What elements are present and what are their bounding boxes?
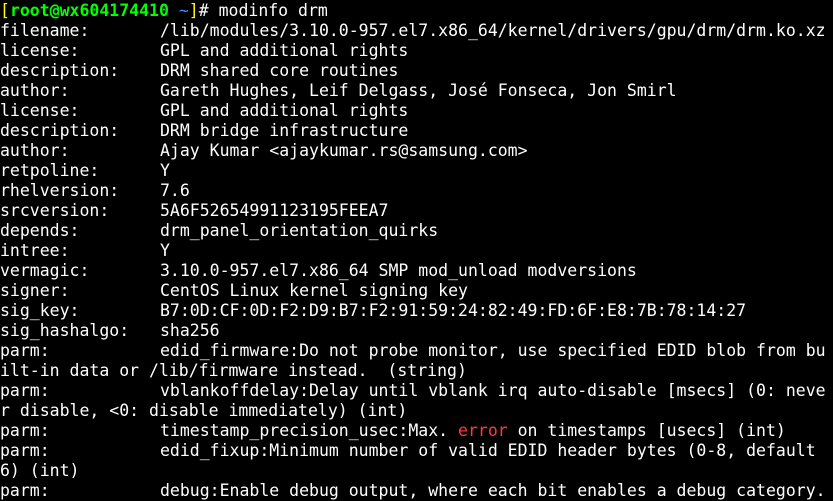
output-field-signer: signer: CentOS Linux kernel signing key — [0, 281, 833, 301]
output-parm-wrap: 6) (int) — [0, 461, 80, 480]
field-key: rhelversion: — [0, 181, 120, 200]
field-value: edid_fixup:Minimum number of valid EDID … — [160, 441, 816, 460]
prompt-symbol: # — [198, 1, 219, 20]
field-key: author: — [0, 81, 70, 100]
output-field-depends: depends: drm_panel_orientation_quirks — [0, 221, 833, 241]
field-key: sig_key: — [0, 301, 80, 320]
field-key: parm: — [0, 421, 50, 440]
field-key: depends: — [0, 221, 80, 240]
field-value: B7:0D:CF:0D:F2:D9:B7:F2:91:59:24:82:49:F… — [160, 301, 747, 320]
field-key: license: — [0, 41, 80, 60]
output-parm-timestamp-precision: parm: timestamp_precision_usec:Max. error… — [0, 421, 833, 441]
field-value: 5A6F52654991123195FEEA7 — [160, 201, 389, 220]
output-parm-wrap: r disable, <0: disable immediately) (int… — [0, 401, 408, 420]
output-field-license: license: GPL and additional rights — [0, 41, 833, 61]
field-value: CentOS Linux kernel signing key — [160, 281, 468, 300]
field-value: GPL and additional rights — [160, 101, 409, 120]
output-field-srcversion: srcversion: 5A6F52654991123195FEEA7 — [0, 201, 833, 221]
output-parm-vblankoffdelay: parm: vblankoffdelay:Delay until vblank i… — [0, 381, 833, 401]
error-highlight: error — [458, 421, 508, 440]
output-field-license: license: GPL and additional rights — [0, 101, 833, 121]
field-value: Ajay Kumar <ajaykumar.rs@samsung.com> — [160, 141, 528, 160]
prompt-user-host: root@wx604174410 — [9, 1, 169, 20]
field-key: sig_hashalgo: — [0, 321, 130, 340]
field-value: GPL and additional rights — [160, 41, 409, 60]
field-key: license: — [0, 101, 80, 120]
output-field-retpoline: retpoline: Y — [0, 161, 833, 181]
field-key: parm: — [0, 441, 50, 460]
field-value: Gareth Hughes, Leif Delgass, José Fonsec… — [160, 81, 677, 100]
output-field-sig-hashalgo: sig_hashalgo: sha256 — [0, 321, 833, 341]
command-text: modinfo drm — [218, 1, 328, 20]
output-field-description: description: DRM bridge infrastructure — [0, 121, 833, 141]
field-key: intree: — [0, 241, 70, 260]
field-key: description: — [0, 61, 120, 80]
field-key: srcversion: — [0, 201, 110, 220]
field-value: sha256 — [160, 321, 220, 340]
field-value: on timestamps [usecs] (int) — [507, 421, 786, 440]
field-key: parm: — [0, 341, 50, 360]
output-field-intree: intree: Y — [0, 241, 833, 261]
field-key: parm: — [0, 481, 50, 500]
field-value: timestamp_precision_usec:Max. — [160, 421, 459, 440]
output-parm-wrap: ilt-in data or /lib/firmware instead. (s… — [0, 361, 467, 380]
prompt-close-bracket: ] — [188, 1, 199, 20]
field-value: Y — [160, 161, 170, 180]
terminal-window[interactable]: [root@wx604174410 ~]# modinfo drm filena… — [0, 0, 833, 501]
output-parm-edid-fixup: parm: edid_fixup:Minimum number of valid … — [0, 441, 833, 461]
field-value: DRM shared core routines — [160, 61, 399, 80]
field-key: signer: — [0, 281, 70, 300]
prompt-cwd: ~ — [168, 1, 189, 20]
field-key: author: — [0, 141, 70, 160]
output-field-author: author: Gareth Hughes, Leif Delgass, José… — [0, 81, 833, 101]
field-key: retpoline: — [0, 161, 100, 180]
output-field-description: description: DRM shared core routines — [0, 61, 833, 81]
field-key: vermagic: — [0, 261, 90, 280]
output-parm-edid-firmware: parm: edid_firmware:Do not probe monitor,… — [0, 341, 833, 361]
prompt-line: [root@wx604174410 ~]# modinfo drm — [0, 1, 833, 21]
field-value: drm_panel_orientation_quirks — [160, 221, 439, 240]
field-value: DRM bridge infrastructure — [160, 121, 409, 140]
field-value: 3.10.0-957.el7.x86_64 SMP mod_unload mod… — [160, 261, 637, 280]
field-key: filename: — [0, 21, 90, 40]
field-value: edid_firmware:Do not probe monitor, use … — [160, 341, 826, 360]
field-value: /lib/modules/3.10.0-957.el7.x86_64/kerne… — [160, 21, 826, 40]
output-field-vermagic: vermagic: 3.10.0-957.el7.x86_64 SMP mod_u… — [0, 261, 833, 281]
output-parm-debug: parm: debug:Enable debug output, where ea… — [0, 481, 833, 501]
field-value: Y — [160, 241, 170, 260]
field-value: vblankoffdelay:Delay until vblank irq au… — [160, 381, 826, 400]
field-value: debug:Enable debug output, where each bi… — [160, 481, 826, 500]
field-value: 7.6 — [160, 181, 190, 200]
prompt-open-bracket: [ — [0, 1, 10, 20]
output-field-rhelversion: rhelversion: 7.6 — [0, 181, 833, 201]
output-field-filename: filename: /lib/modules/3.10.0-957.el7.x86… — [0, 21, 833, 41]
output-field-sig-key: sig_key: B7:0D:CF:0D:F2:D9:B7:F2:91:59:24… — [0, 301, 833, 321]
output-field-author: author: Ajay Kumar <ajaykumar.rs@samsung.… — [0, 141, 833, 161]
field-key: parm: — [0, 381, 50, 400]
field-key: description: — [0, 121, 120, 140]
